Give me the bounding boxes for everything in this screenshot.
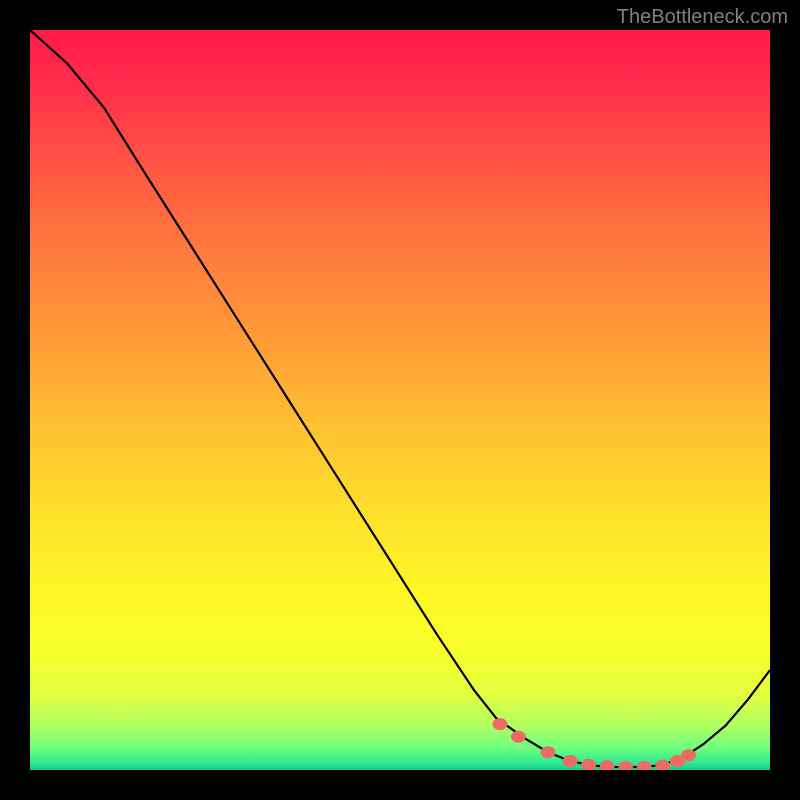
curve-line [30, 30, 770, 770]
curve-marker [637, 761, 652, 770]
curve-marker [600, 760, 615, 770]
attribution-text: TheBottleneck.com [617, 6, 788, 29]
plot-area [30, 30, 770, 770]
curve-marker [681, 749, 696, 761]
curve-marker [618, 761, 633, 770]
curve-marker [492, 718, 507, 730]
curve-marker [581, 759, 596, 770]
chart-container: TheBottleneck.com [0, 0, 800, 800]
curve-marker [655, 760, 670, 770]
curve-marker [563, 755, 578, 767]
curve-marker [541, 746, 556, 758]
curve-marker [511, 731, 526, 743]
